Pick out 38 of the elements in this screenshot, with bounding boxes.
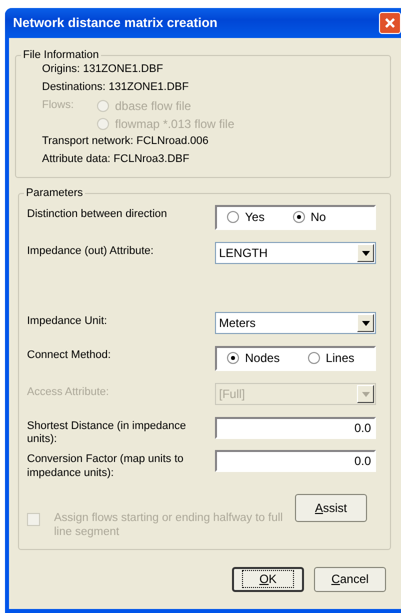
radio-button[interactable]: [292, 211, 305, 224]
radio-button[interactable]: [227, 352, 239, 364]
info-text: Origins: 131ZONE1.DBF: [42, 63, 164, 77]
close-icon: [384, 17, 396, 29]
info-text: Transport network: FCLNroad.006: [42, 135, 208, 149]
info-text: Attribute data: FCLNroa3.DBF: [42, 153, 190, 167]
radio-label: Nodes: [245, 351, 280, 366]
radio-label: Yes: [245, 210, 265, 225]
dropdown[interactable]: LENGTH: [215, 242, 376, 264]
field-label: Impedance (out) Attribute:: [27, 244, 155, 259]
radio-button[interactable]: [227, 211, 239, 224]
dropdown-arrow-icon: [362, 250, 370, 256]
field-label: Distinction between direction: [27, 207, 168, 222]
field-label: Access Attribute:: [27, 385, 110, 400]
checkbox-label: Assign flows starting or ending halfway to full line segment: [53, 512, 283, 540]
field-label: Shortest Distance (in impedance units):: [27, 419, 187, 446]
radio-label: Lines: [326, 351, 354, 366]
field-label: Connect Method:: [27, 348, 112, 363]
info-text: Destinations: 131ZONE1.DBF: [42, 81, 189, 95]
close-button[interactable]: [379, 12, 401, 34]
field-label: Impedance Unit:: [27, 314, 108, 329]
cancel-button[interactable]: Cancel: [314, 567, 386, 592]
input-field[interactable]: 0.0: [215, 450, 376, 472]
radio-label: flowmap *.013 flow file: [115, 116, 234, 132]
dropdown-arrow-icon: [362, 320, 370, 326]
field-label: Conversion Factor (map units to impedance units):: [27, 452, 185, 480]
radio-label: dbase flow file: [115, 98, 192, 114]
ok-button[interactable]: OK: [232, 567, 304, 592]
group-label: File Information: [22, 50, 100, 61]
assist-button[interactable]: Assist: [295, 494, 367, 522]
window-title: Network distance matrix creation: [13, 15, 218, 31]
radio-button[interactable]: [308, 352, 320, 364]
input-field[interactable]: 0.0: [215, 417, 376, 439]
radio-label: No: [310, 210, 326, 225]
group-label: Parameters: [25, 188, 84, 199]
field-label: Flows:: [42, 99, 75, 113]
dropdown-arrow-icon: [362, 392, 370, 396]
dropdown[interactable]: Meters: [215, 312, 376, 334]
